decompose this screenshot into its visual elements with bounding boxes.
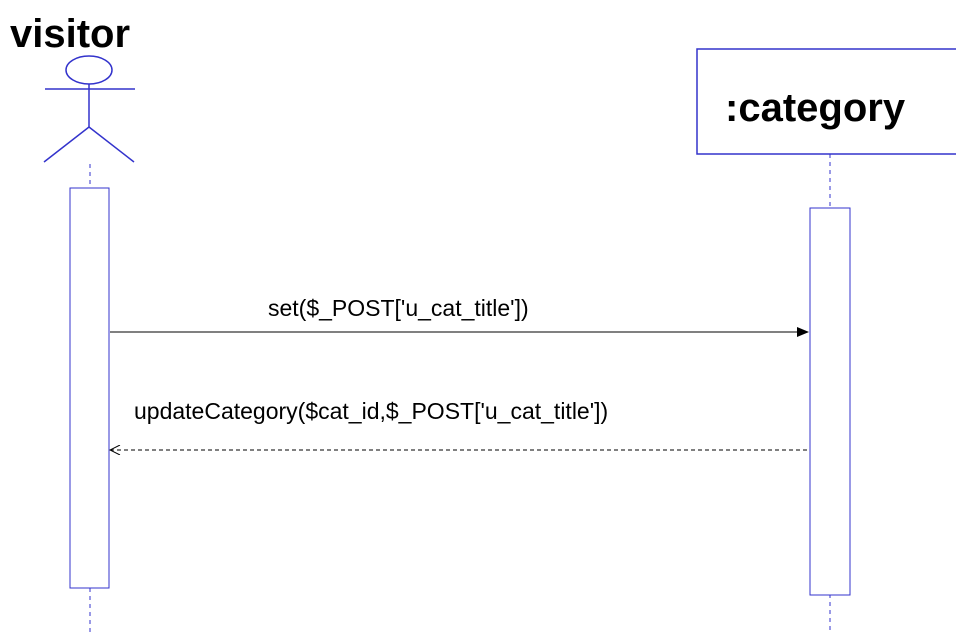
object-category-label: :category [725,86,906,130]
actor-visitor: visitor [10,12,135,163]
stick-figure-icon [43,55,135,163]
message-update-category-label: updateCategory($cat_id,$_POST['u_cat_tit… [134,398,608,424]
sequence-diagram: visitor :category set($_POST['u_cat_titl… [10,12,956,634]
activation-bar-visitor [69,187,110,589]
message-set-label: set($_POST['u_cat_title']) [268,295,529,321]
lifeline-category [809,154,851,634]
lifeline-visitor [69,164,110,634]
message-update-category: updateCategory($cat_id,$_POST['u_cat_tit… [110,398,809,450]
object-category: :category [696,48,956,155]
activation-bar-category [809,207,851,596]
message-set: set($_POST['u_cat_title']) [110,295,809,337]
actor-visitor-label: visitor [10,12,130,56]
